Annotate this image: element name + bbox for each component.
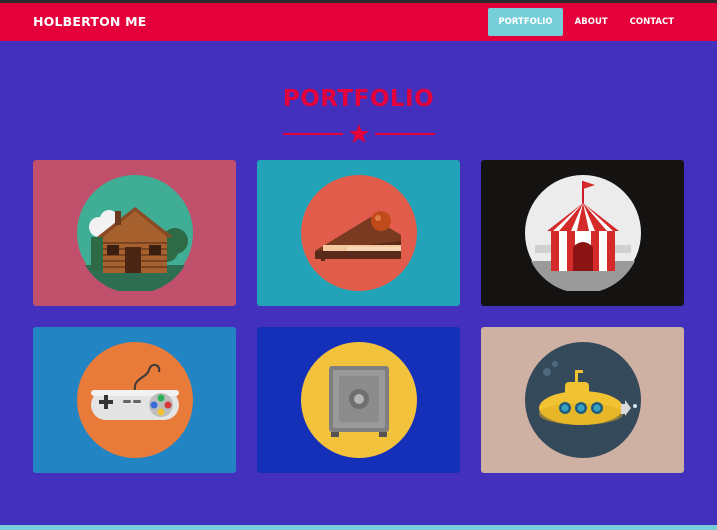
divider-line-left bbox=[283, 133, 343, 135]
brand-logo[interactable]: HOLBERTON ME bbox=[33, 14, 147, 29]
star-icon bbox=[349, 124, 369, 143]
portfolio-tile-cake[interactable] bbox=[257, 160, 460, 306]
log-cabin-icon bbox=[76, 175, 193, 291]
game-controller-icon bbox=[76, 342, 193, 458]
portfolio-tile-circus[interactable] bbox=[481, 160, 684, 306]
portfolio-tile-submarine[interactable] bbox=[481, 327, 684, 473]
portfolio-tile-safe[interactable] bbox=[257, 327, 460, 473]
section-title: PORTFOLIO bbox=[282, 86, 435, 112]
nav-link-about[interactable]: ABOUT bbox=[565, 8, 618, 36]
cake-slice-icon bbox=[300, 175, 417, 291]
portfolio-tile-controller[interactable] bbox=[33, 327, 236, 473]
nav-links: PORTFOLIO ABOUT CONTACT bbox=[486, 8, 684, 36]
portfolio-tile-cabin[interactable] bbox=[33, 160, 236, 306]
title-divider bbox=[283, 123, 435, 145]
circus-tent-icon bbox=[524, 175, 641, 291]
divider-line-right bbox=[375, 133, 435, 135]
nav-link-portfolio[interactable]: PORTFOLIO bbox=[488, 8, 563, 36]
navbar: HOLBERTON ME PORTFOLIO ABOUT CONTACT bbox=[0, 3, 717, 41]
submarine-icon bbox=[524, 342, 641, 458]
safe-vault-icon bbox=[300, 342, 417, 458]
nav-link-contact[interactable]: CONTACT bbox=[620, 8, 684, 36]
footer-strip bbox=[0, 525, 717, 530]
